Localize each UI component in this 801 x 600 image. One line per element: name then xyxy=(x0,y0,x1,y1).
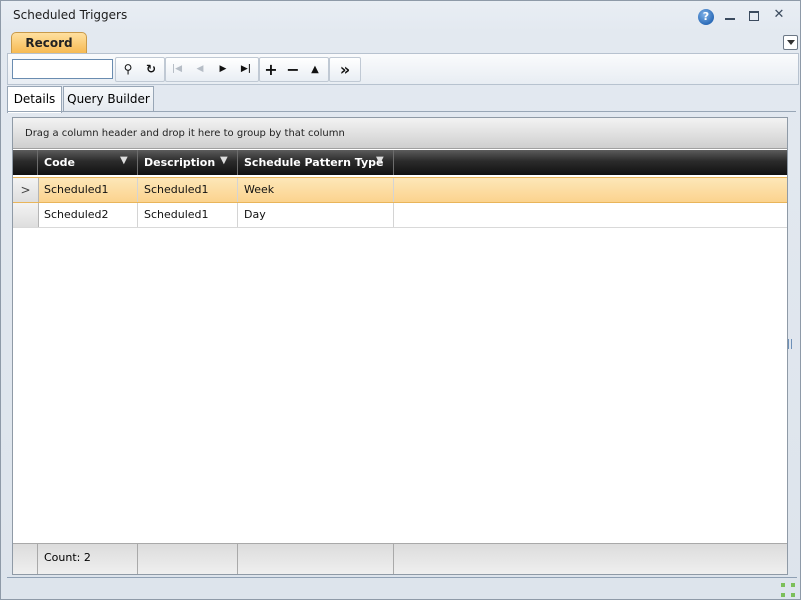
cell-pattern-type[interactable]: Day xyxy=(238,203,394,227)
tab-details[interactable]: Details xyxy=(7,86,62,113)
resize-grip-icon[interactable] xyxy=(781,583,795,597)
footer-cell xyxy=(138,544,238,574)
maximize-icon[interactable] xyxy=(746,8,762,24)
remove-record-icon[interactable]: − xyxy=(282,58,304,81)
refresh-icon[interactable]: ↻ xyxy=(140,58,162,81)
filter-icon[interactable]: ▼ xyxy=(220,156,228,166)
cell-description[interactable]: Scheduled1 xyxy=(138,203,238,227)
column-header-schedule-pattern-type[interactable]: Schedule Pattern Type ▼ xyxy=(238,150,394,175)
filter-icon[interactable]: ▼ xyxy=(376,156,384,166)
window-title: Scheduled Triggers xyxy=(13,8,128,22)
data-grid: Drag a column header and drop it here to… xyxy=(12,117,788,575)
ribbon-tab-record[interactable]: Record xyxy=(11,32,87,54)
row-selector[interactable] xyxy=(13,203,39,227)
column-header-code[interactable]: Code ▼ xyxy=(38,150,138,175)
search-input[interactable] xyxy=(12,59,113,79)
splitter-grip[interactable] xyxy=(788,339,792,349)
last-record-icon[interactable]: ▶| xyxy=(235,58,257,81)
help-icon[interactable]: ? xyxy=(698,9,714,25)
tab-strip: Details Query Builder xyxy=(7,86,797,113)
table-row[interactable]: > Scheduled1 Scheduled1 Week xyxy=(13,177,787,203)
ribbon-collapse-icon[interactable] xyxy=(783,35,798,50)
title-bar: Scheduled Triggers ? ✕ xyxy=(1,1,800,29)
grid-footer: Count: 2 xyxy=(13,543,787,574)
record-count: Count: 2 xyxy=(38,544,138,574)
cell-pattern-type[interactable]: Week xyxy=(238,178,394,202)
next-record-icon[interactable]: ▶ xyxy=(212,58,234,81)
row-selector-icon[interactable]: > xyxy=(13,178,39,202)
minimize-icon[interactable] xyxy=(722,8,738,24)
grid-header: Code ▼ Description ▼ Schedule Pattern Ty… xyxy=(13,150,787,175)
more-actions-icon[interactable]: » xyxy=(334,58,356,81)
footer-corner xyxy=(13,544,38,574)
footer-cell xyxy=(238,544,394,574)
status-divider xyxy=(7,577,797,578)
column-header-code-label: Code xyxy=(44,156,75,169)
group-by-panel[interactable]: Drag a column header and drop it here to… xyxy=(13,118,787,149)
edit-group: + − ▲ xyxy=(259,57,329,82)
column-header-description-label: Description xyxy=(144,156,216,169)
previous-record-icon[interactable]: ◀ xyxy=(189,58,211,81)
search-group: ⚲ ↻ xyxy=(115,57,165,82)
first-record-icon[interactable]: |◀ xyxy=(166,58,188,81)
add-record-icon[interactable]: + xyxy=(260,58,282,81)
filter-icon[interactable]: ▼ xyxy=(120,156,128,166)
column-header-pattern-label: Schedule Pattern Type xyxy=(244,156,384,169)
more-group: » xyxy=(329,57,361,82)
tab-divider xyxy=(7,111,796,112)
cell-code[interactable]: Scheduled1 xyxy=(38,178,138,202)
tab-query-builder[interactable]: Query Builder xyxy=(63,86,154,111)
search-icon[interactable]: ⚲ xyxy=(117,58,139,81)
close-icon[interactable]: ✕ xyxy=(771,8,787,24)
navigation-group: |◀ ◀ ▶ ▶| xyxy=(165,57,259,82)
cell-code[interactable]: Scheduled2 xyxy=(38,203,138,227)
move-up-icon[interactable]: ▲ xyxy=(304,58,326,81)
row-header-corner xyxy=(13,150,38,175)
toolbar: ⚲ ↻ |◀ ◀ ▶ ▶| + − ▲ » xyxy=(7,53,799,85)
scheduled-triggers-window: Scheduled Triggers ? ✕ Record ⚲ ↻ |◀ ◀ ▶… xyxy=(0,0,801,600)
column-header-description[interactable]: Description ▼ xyxy=(138,150,238,175)
table-row[interactable]: Scheduled2 Scheduled1 Day xyxy=(13,203,787,228)
cell-description[interactable]: Scheduled1 xyxy=(138,178,238,202)
